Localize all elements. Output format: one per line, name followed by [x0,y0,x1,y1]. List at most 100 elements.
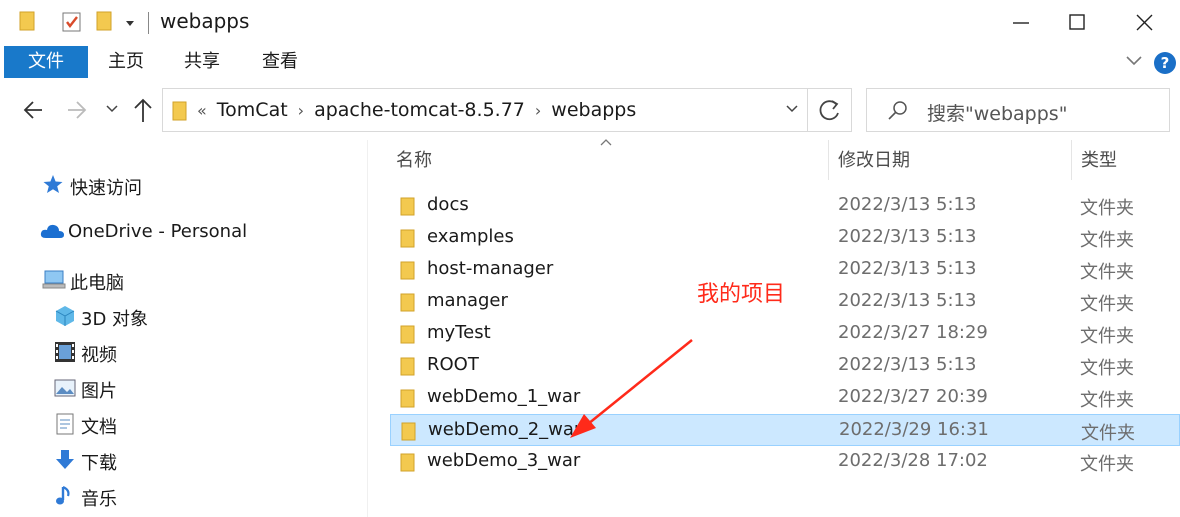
close-button[interactable] [1124,6,1164,40]
chevron-right-icon[interactable]: › [535,101,541,120]
film-icon [55,342,75,362]
file-modified: 2022/3/13 5:13 [838,226,977,247]
file-row[interactable]: webDemo_3_war 2022/3/28 17:02 文件夹 [390,446,1180,478]
ribbon-tabs: 文件 主页 共享 查看 [0,46,1180,82]
file-type: 文件夹 [1081,423,1135,444]
refresh-button[interactable] [808,88,852,132]
file-type: 文件夹 [1080,294,1134,315]
file-name: webDemo_1_war [427,386,581,407]
file-type: 文件夹 [1080,358,1134,379]
refresh-icon [819,100,839,121]
forward-icon[interactable] [66,96,88,126]
file-row[interactable]: webDemo_2_war 2022/3/29 16:31 文件夹 [390,414,1180,446]
sidebar-item-label: OneDrive - Personal [68,221,248,242]
window-title: webapps [160,9,250,33]
column-header-modified[interactable]: 修改日期 [838,146,910,172]
file-row[interactable]: myTest 2022/3/27 18:29 文件夹 [390,318,1180,350]
sidebar-item-label: 文档 [81,417,117,438]
sidebar-item-label: 3D 对象 [81,309,149,330]
sidebar-item-label: 下载 [81,453,117,474]
column-divider[interactable] [828,140,829,180]
search-icon [888,101,907,120]
computer-icon [42,270,66,289]
new-folder-icon[interactable] [95,10,115,32]
maximize-button[interactable] [1057,6,1097,40]
file-modified: 2022/3/13 5:13 [838,194,977,215]
sidebar-item-label: 此电脑 [70,273,124,294]
file-modified: 2022/3/29 16:31 [839,419,989,440]
file-type: 文件夹 [1080,198,1134,219]
breadcrumb: « TomCat › apache-tomcat-8.5.77 › webapps [197,99,636,121]
breadcrumb-webapps[interactable]: webapps [551,99,636,121]
folder-icon [400,261,415,280]
folder-icon[interactable] [18,10,38,32]
file-type: 文件夹 [1080,390,1134,411]
tab-view[interactable]: 查看 [248,46,312,78]
search-placeholder: 搜索"webapps" [927,103,1068,125]
annotation-label: 我的项目 [697,282,786,307]
file-type: 文件夹 [1080,326,1134,347]
navigation-pane: 快速访问 OneDrive - Personal 此电脑 3D 对象 视频 图片… [0,140,368,517]
file-modified: 2022/3/27 20:39 [838,386,988,407]
column-header-name[interactable]: 名称 [396,146,432,172]
back-icon[interactable] [22,96,44,126]
file-modified: 2022/3/27 18:29 [838,322,988,343]
properties-icon[interactable] [60,10,84,34]
folder-icon [172,101,187,121]
sidebar-item-label: 快速访问 [70,178,142,199]
ribbon-expand-icon[interactable] [1124,54,1144,68]
sidebar-item-label: 图片 [81,381,117,402]
file-name: ROOT [427,354,479,375]
picture-icon [54,379,76,397]
file-name: webDemo_2_war [428,419,582,440]
tab-file[interactable]: 文件 [4,46,88,78]
column-header-type[interactable]: 类型 [1081,146,1117,172]
title-bar: webapps [0,0,1180,46]
chevron-down-icon[interactable] [785,103,799,115]
tab-share[interactable]: 共享 [170,46,234,78]
file-name: manager [427,290,508,311]
chevron-right-icon[interactable]: › [298,101,304,120]
tab-home[interactable]: 主页 [94,46,158,78]
folder-icon [400,453,415,472]
breadcrumb-apache-tomcat[interactable]: apache-tomcat-8.5.77 [314,99,525,121]
document-icon [56,413,74,435]
cube-icon [55,306,75,326]
folder-icon [400,357,415,376]
folder-icon [401,422,416,441]
sort-ascending-icon [600,139,612,146]
file-row[interactable]: ROOT 2022/3/13 5:13 文件夹 [390,350,1180,382]
sidebar-item-label: 音乐 [81,489,117,510]
file-name: myTest [427,322,491,343]
file-name: examples [427,226,514,247]
file-row[interactable]: examples 2022/3/13 5:13 文件夹 [390,222,1180,254]
folder-icon [400,229,415,248]
sidebar-item-label: 视频 [81,345,117,366]
breadcrumb-overflow[interactable]: « [197,101,207,120]
help-icon[interactable]: ? [1154,52,1176,74]
file-modified: 2022/3/28 17:02 [838,450,988,471]
file-type: 文件夹 [1080,262,1134,283]
quick-access-dropdown-icon[interactable] [124,18,136,28]
music-icon [56,485,70,505]
cloud-icon [40,224,64,238]
file-row[interactable]: docs 2022/3/13 5:13 文件夹 [390,190,1180,222]
folder-icon [400,293,415,312]
file-row[interactable]: webDemo_1_war 2022/3/27 20:39 文件夹 [390,382,1180,414]
folder-icon [400,197,415,216]
breadcrumb-tomcat[interactable]: TomCat [217,99,288,121]
file-modified: 2022/3/13 5:13 [838,258,977,279]
folder-icon [400,325,415,344]
file-modified: 2022/3/13 5:13 [838,290,977,311]
column-divider[interactable] [1071,140,1072,180]
title-separator [148,12,149,34]
file-modified: 2022/3/13 5:13 [838,354,977,375]
star-icon [43,175,63,193]
address-bar[interactable]: « TomCat › apache-tomcat-8.5.77 › webapps [162,88,808,132]
download-icon [56,450,74,469]
search-input[interactable]: 搜索"webapps" [866,88,1170,132]
recent-locations-icon[interactable] [106,104,118,114]
file-type: 文件夹 [1080,230,1134,251]
minimize-button[interactable] [1000,6,1040,40]
up-icon[interactable] [132,96,154,126]
